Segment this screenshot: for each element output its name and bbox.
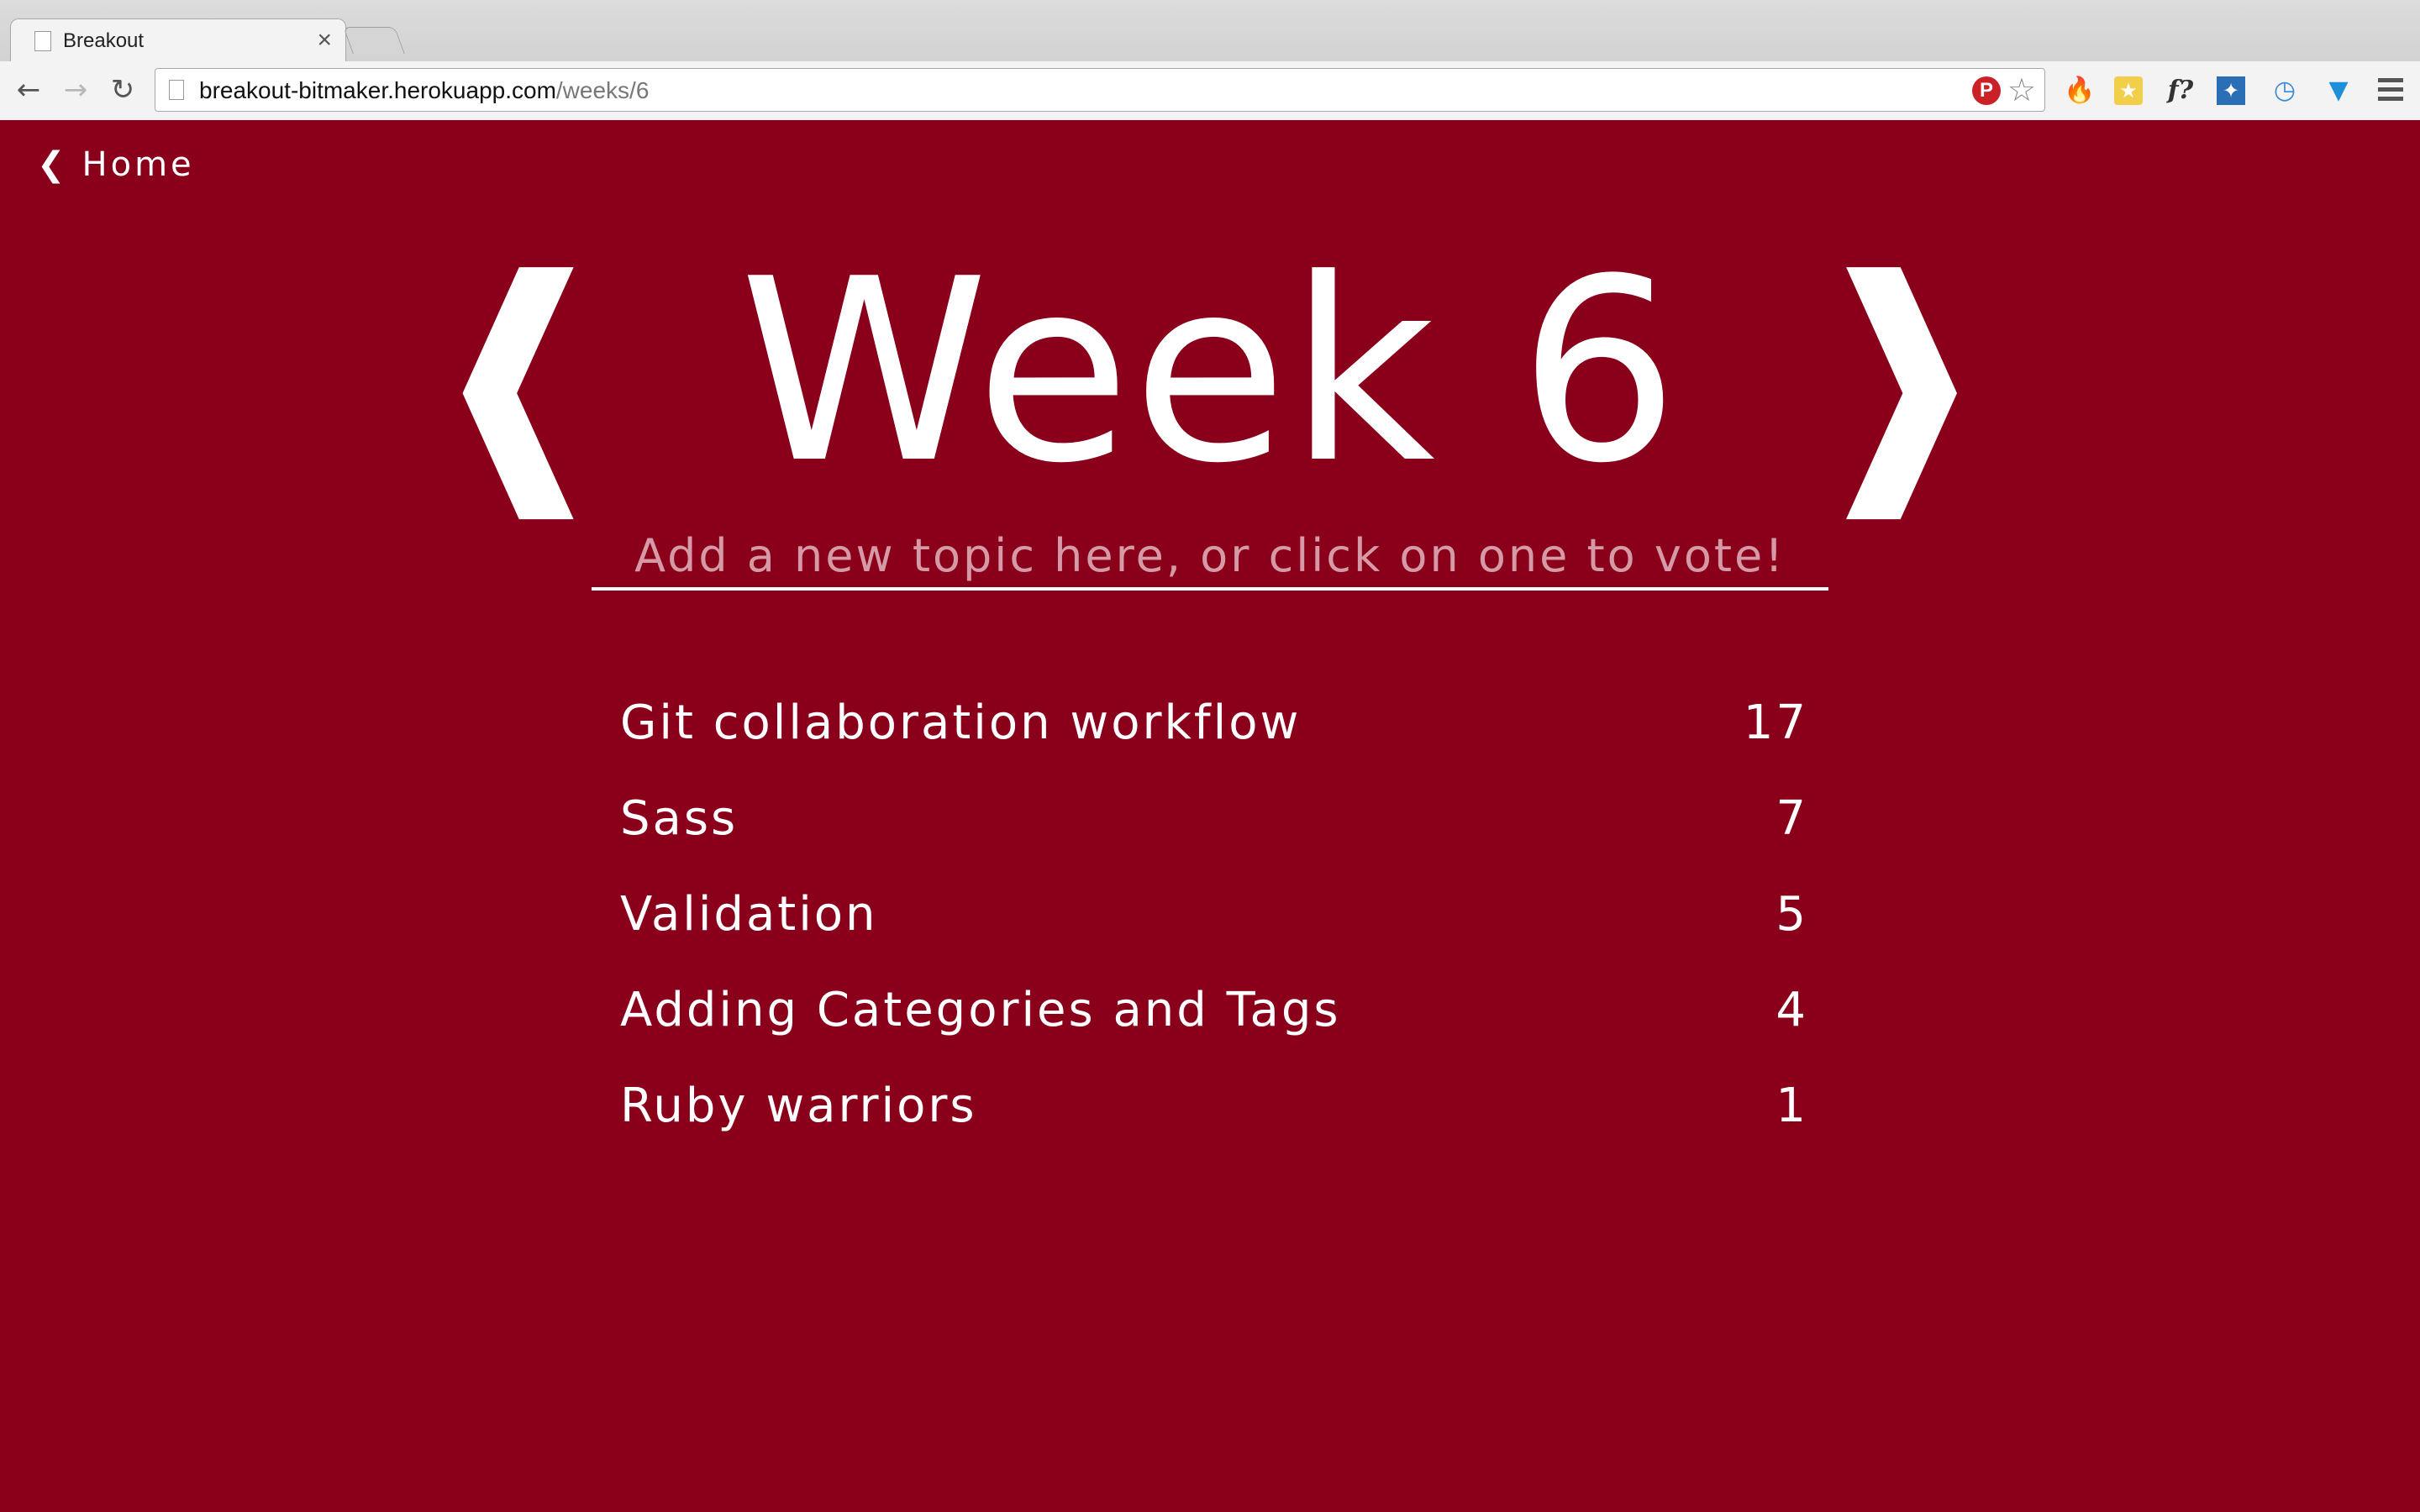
topic-name: Validation [620,886,878,942]
blue-extension-icon[interactable]: ✦ [2217,76,2245,105]
browser-tab[interactable]: Breakout × [10,18,346,61]
url-path: /weeks/6 [555,77,650,103]
menu-icon[interactable] [2378,78,2403,102]
topic-name: Sass [620,790,739,846]
vote-count: 17 [1743,695,1808,750]
vote-count: 4 [1776,982,1808,1037]
topic-name: Git collaboration workflow [620,695,1302,750]
browser-toolbar: ← → ↻ breakout-bitmaker.herokuapp.com/we… [0,61,2420,120]
yellow-extension-icon[interactable]: ★ [2114,76,2143,105]
clock-extension-icon[interactable]: ◷ [2269,75,2301,107]
page-title: Week 6 [739,225,1681,518]
topic-item[interactable]: Validation 5 [620,866,1808,962]
home-link[interactable]: ❮ Home [37,145,195,184]
url-text[interactable]: breakout-bitmaker.herokuapp.com/weeks/6 [199,77,649,104]
new-topic-input[interactable] [592,523,1828,591]
topic-item[interactable]: Sass 7 [620,770,1808,866]
back-arrow-icon[interactable]: ← [12,73,45,107]
topic-item[interactable]: Adding Categories and Tags 4 [620,962,1808,1058]
pinterest-icon[interactable]: P [1972,76,2001,105]
page-icon [34,31,51,51]
vote-count: 7 [1776,790,1808,846]
page-body: ❮ Home ❰ Week 6 ❱ Git collaboration workf… [0,120,2420,1512]
chevron-left-icon: ❮ [37,145,69,184]
browser-chrome: Breakout × ← → ↻ breakout-bitmaker.herok… [0,0,2420,120]
font-extension-icon[interactable]: f? [2165,75,2196,107]
topic-name: Ruby warriors [620,1078,977,1133]
tab-title: Breakout [63,29,145,52]
close-tab-icon[interactable]: × [317,26,332,55]
star-icon[interactable]: ☆ [2007,72,2036,108]
url-host: breakout-bitmaker.herokuapp.com [199,77,556,103]
new-tab-button[interactable] [343,27,405,54]
next-week-arrow-icon[interactable]: ❱ [1805,246,1995,498]
fire-extension-icon[interactable]: 🔥 [2064,75,2096,107]
reload-icon[interactable]: ↻ [106,73,139,107]
topic-list: Git collaboration workflow 17 Sass 7 Val… [620,675,1808,1153]
topic-item[interactable]: Ruby warriors 1 [620,1058,1808,1153]
topic-name: Adding Categories and Tags [620,982,1341,1037]
vote-count: 1 [1776,1078,1808,1133]
previous-week-arrow-icon[interactable]: ❰ [425,246,615,498]
week-heading: ❰ Week 6 ❱ [0,246,2420,498]
forward-arrow-icon[interactable]: → [59,73,92,107]
topic-item[interactable]: Git collaboration workflow 17 [620,675,1808,770]
diamond-extension-icon[interactable]: ▼ [2323,75,2354,107]
address-bar[interactable]: breakout-bitmaker.herokuapp.com/weeks/6 … [155,68,2045,112]
home-link-label: Home [82,145,195,184]
vote-count: 5 [1776,886,1808,942]
page-icon [169,80,184,100]
